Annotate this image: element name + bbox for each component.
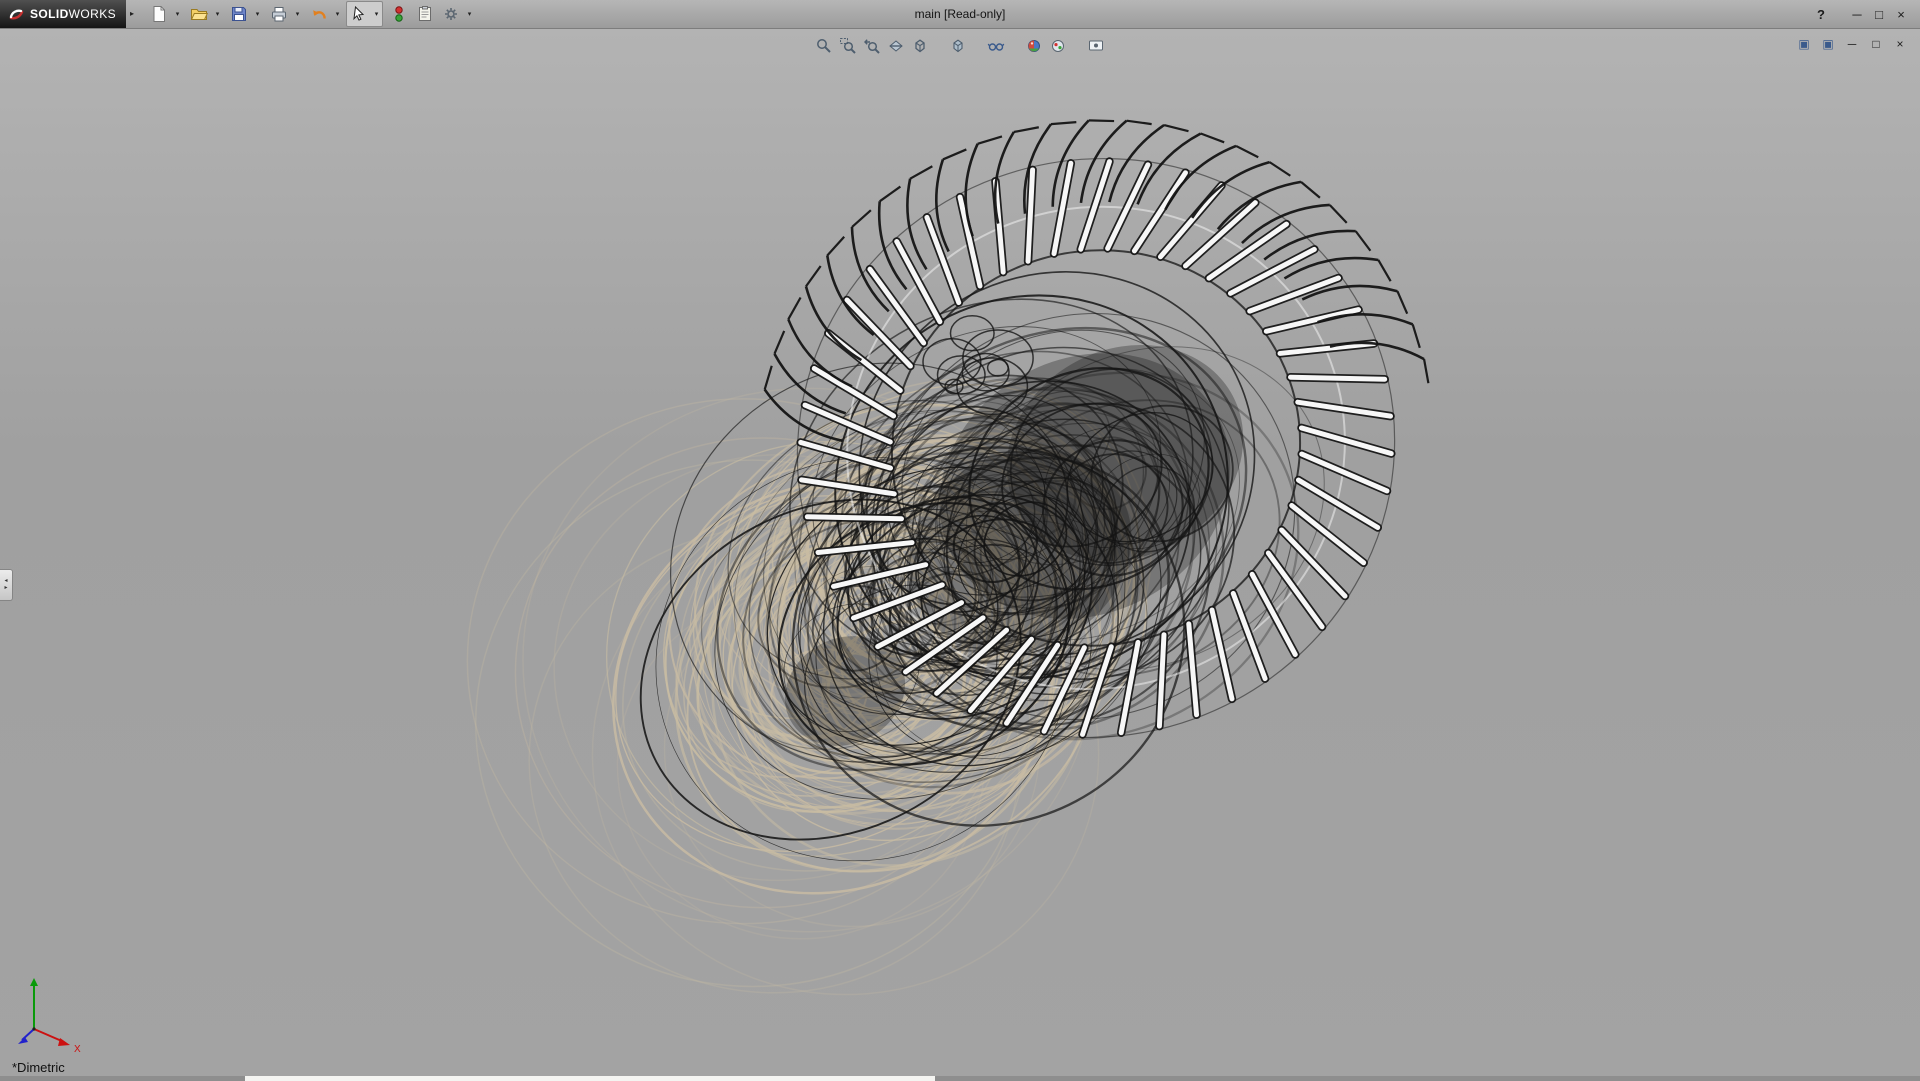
brand-text: SOLIDWORKS: [30, 7, 116, 21]
previous-view-button[interactable]: [860, 34, 884, 58]
zoom-to-area-button[interactable]: [836, 34, 860, 58]
open-folder-icon: [190, 5, 208, 23]
display-style-button[interactable]: [946, 34, 970, 58]
open-dropdown[interactable]: ▾: [212, 2, 223, 26]
print-dropdown[interactable]: ▾: [292, 2, 303, 26]
taskbar-sliver: [0, 1076, 1920, 1081]
select-button[interactable]: [347, 2, 371, 26]
previous-window-button[interactable]: ▣: [1794, 34, 1814, 54]
taskbar-white-segment: [245, 1076, 935, 1081]
dassault-systemes-icon: [8, 6, 25, 23]
solidworks-logo: SOLIDWORKS: [0, 0, 126, 28]
apply-scene-button[interactable]: [1046, 34, 1070, 58]
titlebar: SOLIDWORKS ▸ ▾ ▾: [0, 0, 1920, 29]
view-orientation-label: *Dimetric: [12, 1060, 65, 1075]
options-button[interactable]: [438, 1, 464, 27]
edit-appearance-button[interactable]: [1022, 34, 1046, 58]
options-dropdown[interactable]: ▾: [464, 2, 475, 26]
properties-clipboard-icon: [416, 5, 434, 23]
undo-icon: [310, 5, 328, 23]
view-orientation-cube-icon: [911, 37, 929, 55]
brand-light: WORKS: [69, 7, 116, 21]
previous-view-icon: [863, 37, 881, 55]
menu-expand-arrow[interactable]: ▸: [126, 0, 138, 28]
flyout-left-arrow-icon: ◂: [4, 578, 7, 585]
new-document-dropdown[interactable]: ▾: [172, 2, 183, 26]
print-button[interactable]: [266, 1, 292, 27]
graphics-area[interactable]: ▣ ▣ ─ □ × ◂ ▸ X *Dimetric: [0, 29, 1920, 1081]
view-settings-icon: [1087, 37, 1105, 55]
orientation-triad: X: [12, 969, 102, 1059]
restore-document-button[interactable]: □: [1866, 34, 1886, 54]
undo-dropdown[interactable]: ▾: [332, 2, 343, 26]
open-button[interactable]: [186, 1, 212, 27]
red-green-indicator-icon: [390, 5, 408, 23]
save-dropdown[interactable]: ▾: [252, 2, 263, 26]
minimize-button[interactable]: ─: [1846, 3, 1868, 25]
select-dropdown[interactable]: ▾: [371, 2, 382, 26]
help-button[interactable]: ?: [1810, 3, 1832, 25]
zoom-to-area-icon: [839, 37, 857, 55]
save-icon: [230, 5, 248, 23]
brand-bold: SOLID: [30, 7, 69, 21]
new-document-icon: [150, 5, 168, 23]
undo-button[interactable]: [306, 1, 332, 27]
engine-wireframe-model: [0, 29, 1920, 1081]
close-button[interactable]: ×: [1890, 3, 1912, 25]
appearance-ball-icon: [1025, 37, 1043, 55]
print-icon: [270, 5, 288, 23]
properties-button[interactable]: [412, 1, 438, 27]
display-style-icon: [949, 37, 967, 55]
solidworks-window: SOLIDWORKS ▸ ▾ ▾: [0, 0, 1920, 1080]
next-window-button[interactable]: ▣: [1818, 34, 1838, 54]
view-settings-button[interactable]: [1084, 34, 1108, 58]
new-document-button[interactable]: [146, 1, 172, 27]
flyout-right-arrow-icon: ▸: [4, 585, 7, 592]
heads-up-toolbar: [812, 34, 1108, 58]
options-gear-icon: [442, 5, 460, 23]
close-document-button[interactable]: ×: [1890, 34, 1910, 54]
scene-ball-icon: [1049, 37, 1067, 55]
standard-toolbar: ▾ ▾ ▾: [146, 1, 478, 27]
minimize-document-button[interactable]: ─: [1842, 34, 1862, 54]
panel-flyout-tab[interactable]: ◂ ▸: [0, 569, 13, 601]
status-lights-button[interactable]: [386, 1, 412, 27]
view-orientation-button[interactable]: [908, 34, 932, 58]
restore-button[interactable]: □: [1868, 3, 1890, 25]
select-cursor-icon: [350, 5, 368, 23]
document-title: main [Read-only]: [915, 7, 1006, 21]
select-tool-group: ▾: [346, 1, 383, 27]
zoom-to-fit-icon: [815, 37, 833, 55]
zoom-to-fit-button[interactable]: [812, 34, 836, 58]
document-window-controls: ▣ ▣ ─ □ ×: [1794, 34, 1910, 54]
window-controls: ? ─ □ ×: [1810, 0, 1912, 28]
hide-show-items-button[interactable]: [984, 34, 1008, 58]
section-view-button[interactable]: [884, 34, 908, 58]
eyeglasses-icon: [987, 37, 1005, 55]
save-button[interactable]: [226, 1, 252, 27]
section-view-icon: [887, 37, 905, 55]
triad-x-label: X: [74, 1044, 81, 1055]
